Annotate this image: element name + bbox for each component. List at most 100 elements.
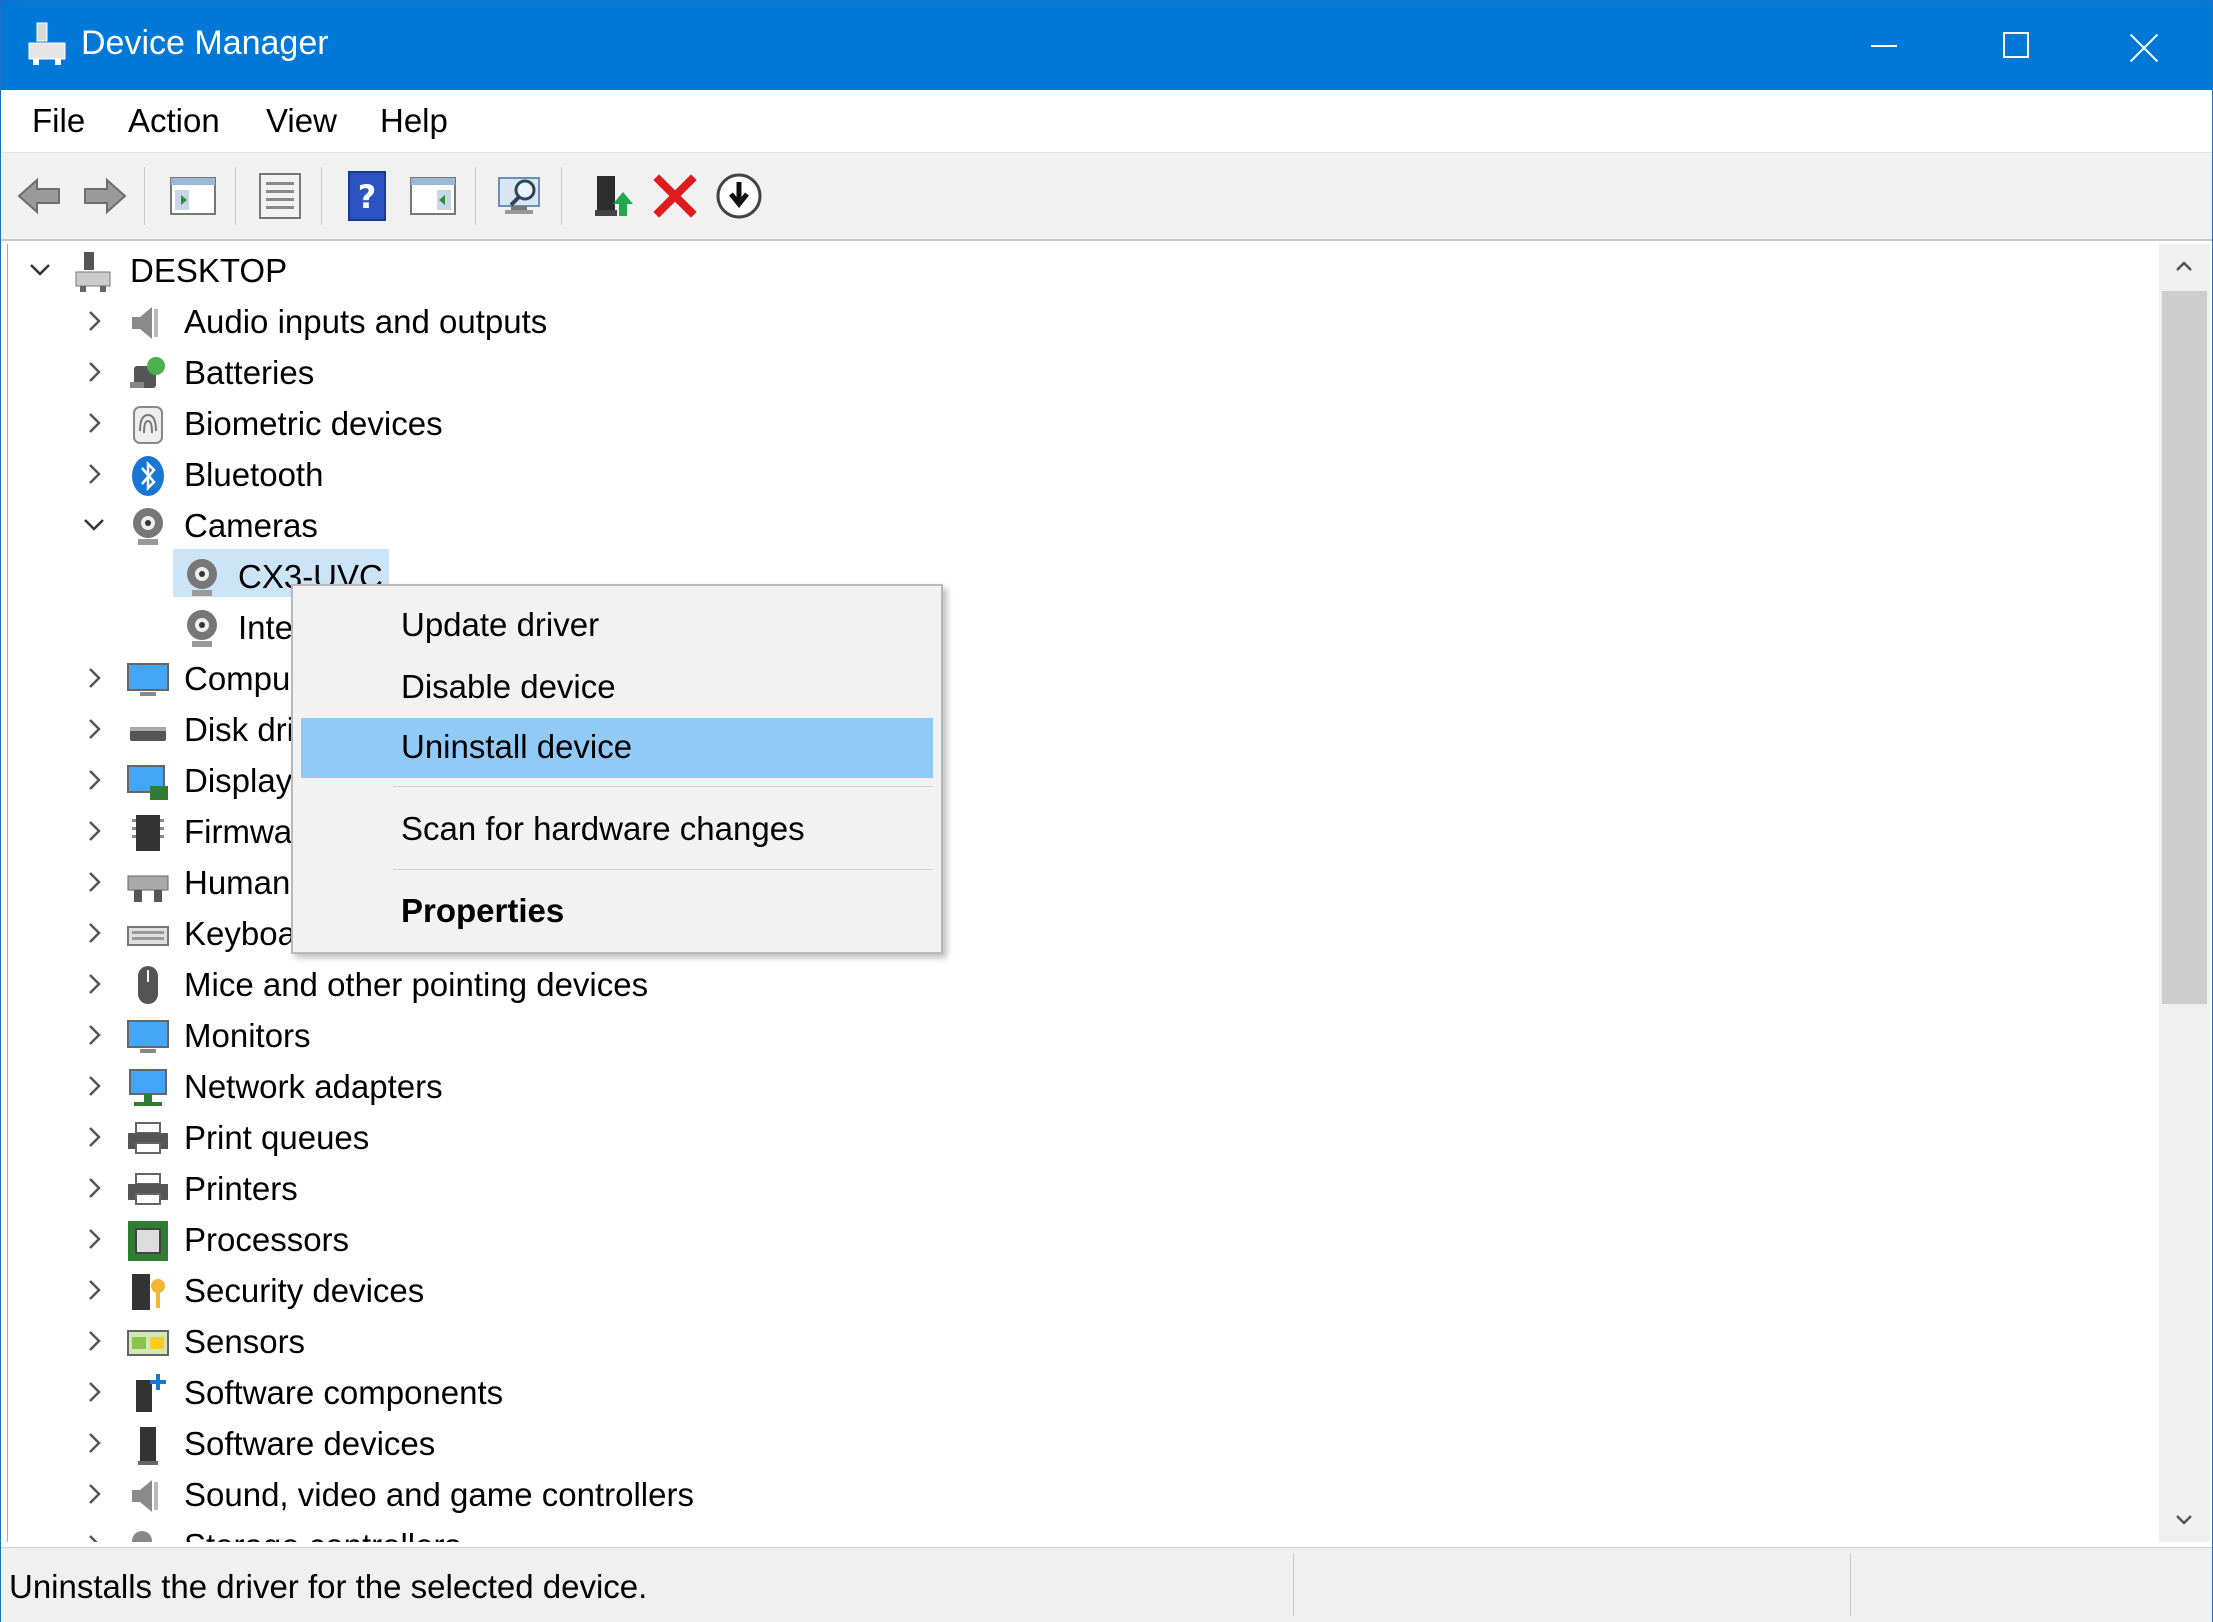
svg-text:?: ? [358, 178, 377, 216]
tree-item-print-queues[interactable]: Print queues [8, 1115, 708, 1165]
tree-item-processors[interactable]: Processors [8, 1217, 708, 1267]
action-pane-icon[interactable] [407, 170, 459, 222]
chevron-right-icon[interactable] [82, 1278, 106, 1302]
tree-item-software-components[interactable]: Software components [8, 1370, 708, 1420]
chevron-down-icon[interactable] [28, 258, 52, 282]
tree-item-software-devices[interactable]: Software devices [8, 1421, 708, 1471]
chevron-right-icon[interactable] [82, 921, 106, 945]
tree-item-mice[interactable]: Mice and other pointing devices [8, 962, 708, 1012]
scrollbar-thumb[interactable] [2162, 291, 2207, 1004]
chevron-down-icon[interactable] [82, 513, 106, 537]
update-driver-icon[interactable] [587, 170, 639, 222]
chevron-right-icon[interactable] [82, 411, 106, 435]
menu-separator [393, 786, 933, 787]
webcam-icon [133, 508, 163, 545]
chevron-right-icon[interactable] [82, 870, 106, 894]
minimize-button[interactable] [1815, 1, 1949, 90]
scan-hardware-icon[interactable] [495, 170, 547, 222]
tree-label: Printers [184, 1170, 298, 1207]
menu-help[interactable]: Help [380, 102, 448, 140]
properties-icon[interactable] [254, 170, 306, 222]
tree-item-network-adapters[interactable]: Network adapters [8, 1064, 708, 1114]
tree-item-sound-video-game[interactable]: Sound, video and game controllers [8, 1472, 808, 1522]
tree-label: Audio inputs and outputs [184, 303, 548, 340]
scroll-down-arrow-icon[interactable] [2159, 1497, 2210, 1542]
chevron-right-icon[interactable] [82, 1482, 106, 1506]
scroll-up-arrow-icon[interactable] [2159, 244, 2210, 289]
chevron-right-icon[interactable] [82, 462, 106, 486]
hid-icon [127, 875, 169, 902]
chevron-right-icon[interactable] [82, 819, 106, 843]
tree-label: Biometric devices [184, 405, 443, 442]
chevron-right-icon[interactable] [82, 1125, 106, 1149]
chevron-right-icon[interactable] [82, 309, 106, 333]
uninstall-icon[interactable] [649, 170, 701, 222]
menu-item-label: Update driver [401, 606, 600, 643]
tree-item-audio[interactable]: Audio inputs and outputs [8, 299, 708, 349]
software-component-icon [136, 1374, 166, 1412]
chevron-right-icon[interactable] [82, 972, 106, 996]
tree-root-desktop[interactable]: DESKTOP [8, 248, 408, 298]
tree-item-printers[interactable]: Printers [8, 1166, 708, 1216]
tree-label: Software devices [184, 1425, 436, 1462]
menu-view[interactable]: View [266, 102, 337, 140]
menu-disable-device[interactable]: Disable device [301, 658, 933, 718]
fingerprint-icon [133, 406, 163, 444]
battery-icon [130, 357, 165, 388]
chevron-right-icon[interactable] [82, 768, 106, 792]
tree-item-batteries[interactable]: Batteries [8, 350, 708, 400]
chevron-right-icon[interactable] [82, 360, 106, 384]
toolbar-separator [144, 167, 145, 225]
menu-separator [393, 869, 933, 870]
firmware-chip-icon [132, 815, 164, 851]
chevron-right-icon[interactable] [82, 1176, 106, 1200]
chevron-right-icon[interactable] [82, 1329, 106, 1353]
back-icon[interactable] [13, 170, 65, 222]
toolbar: ? [1, 153, 2212, 241]
menu-update-driver[interactable]: Update driver [301, 596, 933, 656]
show-hide-console-tree-icon[interactable] [167, 170, 219, 222]
tree-item-monitors[interactable]: Monitors [8, 1013, 708, 1063]
chevron-right-icon[interactable] [82, 1227, 106, 1251]
chevron-right-icon[interactable] [82, 1380, 106, 1404]
status-text: Uninstalls the driver for the selected d… [9, 1568, 648, 1605]
vertical-scrollbar[interactable] [2159, 244, 2210, 1542]
maximize-button[interactable] [1949, 1, 2083, 90]
tree-label: Cameras [184, 507, 318, 544]
speaker-icon [132, 1480, 158, 1512]
tree-item-storage-controllers[interactable]: Storage controllers [8, 1523, 708, 1542]
device-manager-window: Device Manager File Action View Help ? D… [0, 0, 2213, 1622]
display-adapter-icon [127, 765, 168, 800]
tree-label: Storage controllers [184, 1527, 461, 1542]
chevron-right-icon[interactable] [82, 1023, 106, 1047]
chevron-right-icon[interactable] [82, 717, 106, 741]
disable-icon[interactable] [713, 170, 765, 222]
chevron-right-icon[interactable] [82, 1431, 106, 1455]
tree-label: Disk dri [184, 711, 295, 748]
close-button[interactable] [2079, 1, 2213, 90]
help-icon[interactable]: ? [341, 170, 393, 222]
menu-properties[interactable]: Properties [301, 882, 933, 942]
tree-item-bluetooth[interactable]: Bluetooth [8, 452, 708, 502]
menu-action[interactable]: Action [128, 102, 220, 140]
tree-item-security-devices[interactable]: Security devices [8, 1268, 708, 1318]
tree-label: Batteries [184, 354, 315, 391]
menu-uninstall-device[interactable]: Uninstall device [301, 718, 933, 778]
tree-label: Mice and other pointing devices [184, 966, 649, 1003]
menu-file[interactable]: File [32, 102, 85, 140]
tree-label: Sensors [184, 1323, 306, 1360]
title-bar: Device Manager [1, 1, 2212, 90]
menu-scan-hardware-changes[interactable]: Scan for hardware changes [301, 800, 933, 860]
tree-item-biometric[interactable]: Biometric devices [8, 401, 708, 451]
chevron-right-icon[interactable] [82, 1074, 106, 1098]
security-key-icon [132, 1274, 165, 1310]
disk-drive-icon [130, 727, 166, 741]
tree-label: DESKTOP [130, 252, 288, 289]
chevron-right-icon[interactable] [82, 1533, 106, 1542]
forward-icon[interactable] [79, 170, 131, 222]
tree-label: Network adapters [184, 1068, 443, 1105]
menu-bar: File Action View Help [1, 90, 2212, 153]
chevron-right-icon[interactable] [82, 666, 106, 690]
tree-item-cameras[interactable]: Cameras [8, 503, 708, 553]
tree-item-sensors[interactable]: Sensors [8, 1319, 708, 1369]
